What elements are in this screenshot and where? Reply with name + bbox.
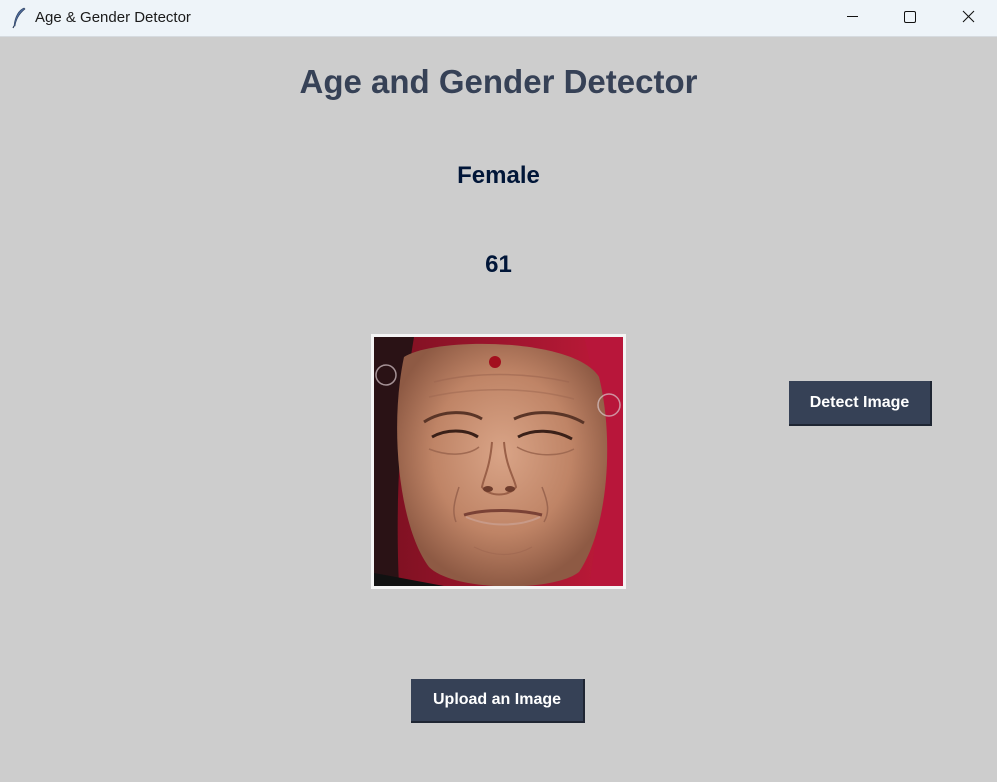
page-title: Age and Gender Detector xyxy=(299,63,698,100)
window-title: Age & Gender Detector xyxy=(35,9,191,26)
gender-result-label: Female xyxy=(457,162,540,189)
face-photo xyxy=(374,337,623,586)
app-window: Age & Gender Detector Age and Gender Det… xyxy=(0,0,997,782)
close-icon xyxy=(962,10,975,23)
maximize-icon xyxy=(904,11,916,23)
minimize-icon xyxy=(847,16,858,17)
maximize-button[interactable] xyxy=(881,0,939,36)
title-bar[interactable]: Age & Gender Detector xyxy=(0,0,997,37)
uploaded-image xyxy=(371,334,626,589)
upload-image-button[interactable]: Upload an Image xyxy=(411,679,585,723)
close-button[interactable] xyxy=(939,0,997,36)
age-result-label: 61 xyxy=(485,251,512,278)
feather-icon xyxy=(12,7,26,29)
minimize-button[interactable] xyxy=(823,0,881,36)
detect-image-button[interactable]: Detect Image xyxy=(789,381,932,426)
